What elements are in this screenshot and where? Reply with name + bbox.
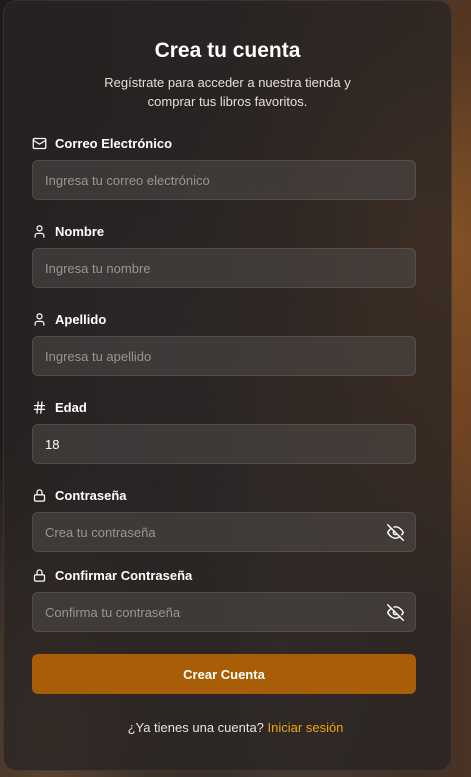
confirm-password-input[interactable]: Confirma tu contraseña: [32, 592, 416, 632]
password-input[interactable]: Crea tu contraseña: [32, 512, 416, 552]
mail-icon: [32, 137, 47, 149]
email-label-text: Correo Electrónico: [55, 135, 173, 151]
first-name-label-text: Nombre: [55, 223, 105, 239]
age-label: Edad: [32, 398, 416, 416]
last-name-field-group: Apellido Ingresa tu apellido: [32, 310, 416, 376]
first-name-label: Nombre: [32, 222, 416, 240]
age-value: 18: [45, 436, 60, 452]
password-field-group: Contraseña Crea tu contraseña: [32, 486, 416, 552]
first-name-placeholder: Ingresa tu nombre: [45, 260, 151, 276]
last-name-label: Apellido: [32, 310, 416, 328]
age-input[interactable]: 18: [32, 424, 416, 464]
confirm-password-label-text: Confirmar Contraseña: [55, 567, 193, 583]
password-label: Contraseña: [32, 486, 416, 504]
page-title: Crea tu cuenta: [154, 39, 301, 62]
eye-off-icon[interactable]: [387, 604, 404, 621]
email-field-group: Correo Electrónico Ingresa tu correo ele…: [32, 134, 416, 200]
password-placeholder: Crea tu contraseña: [45, 524, 156, 540]
page-subtitle: Regístrate para acceder a nuestra tienda…: [104, 75, 351, 109]
confirm-password-label: Confirmar Contraseña: [32, 566, 416, 584]
first-name-field-group: Nombre Ingresa tu nombre: [32, 222, 416, 288]
login-link[interactable]: Iniciar sesión: [268, 720, 344, 735]
user-icon: [34, 224, 45, 238]
lock-icon: [33, 568, 46, 582]
age-field-group: Edad 18: [32, 398, 416, 464]
eye-off-icon[interactable]: [387, 524, 404, 541]
email-input[interactable]: Ingresa tu correo electrónico: [32, 160, 416, 200]
first-name-input[interactable]: Ingresa tu nombre: [32, 248, 416, 288]
last-name-input[interactable]: Ingresa tu apellido: [32, 336, 416, 376]
login-prompt-text: ¿Ya tienes una cuenta?: [127, 720, 264, 735]
last-name-placeholder: Ingresa tu apellido: [45, 348, 152, 364]
create-account-button[interactable]: Crear Cuenta: [32, 654, 416, 694]
last-name-label-text: Apellido: [55, 311, 107, 327]
confirm-password-placeholder: Confirma tu contraseña: [45, 604, 181, 620]
hash-icon: [33, 400, 46, 414]
email-placeholder: Ingresa tu correo electrónico: [45, 172, 210, 188]
age-label-text: Edad: [55, 399, 87, 415]
password-label-text: Contraseña: [55, 487, 127, 503]
user-icon: [34, 312, 45, 326]
login-prompt: ¿Ya tienes una cuenta? Iniciar sesión: [0, 720, 471, 735]
email-label: Correo Electrónico: [32, 134, 416, 152]
lock-icon: [33, 488, 46, 502]
confirm-password-field-group: Confirmar Contraseña Confirma tu contras…: [32, 566, 416, 632]
